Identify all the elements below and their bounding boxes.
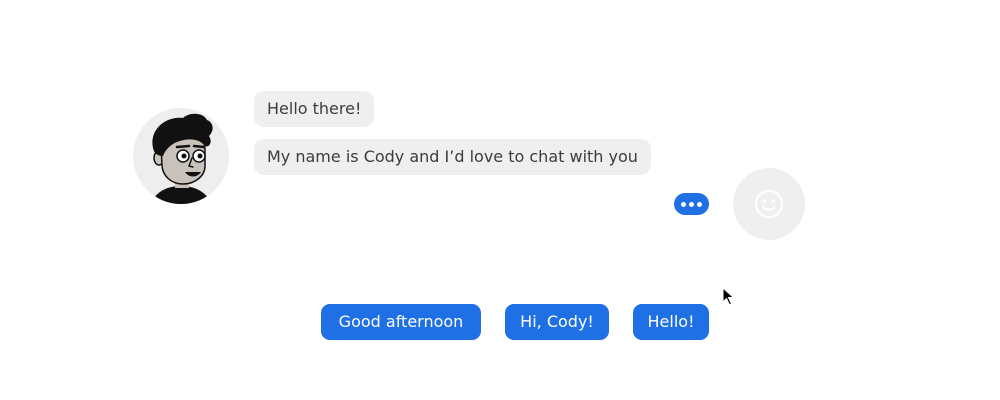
quick-reply-hello-button[interactable]: Hello!	[633, 304, 709, 340]
quick-reply-good-afternoon-button[interactable]: Good afternoon	[321, 304, 481, 340]
typing-indicator	[674, 193, 709, 215]
ellipsis-icon	[681, 201, 686, 207]
bot-avatar	[133, 108, 229, 204]
user-avatar	[733, 168, 805, 240]
bot-message-bubble: Hello there!	[254, 91, 375, 127]
quick-reply-hi-cody-button[interactable]: Hi, Cody!	[505, 304, 609, 340]
smiley-face-icon	[755, 190, 783, 218]
cartoon-man-avatar-icon	[151, 113, 213, 204]
mouse-pointer-icon	[722, 287, 736, 307]
ellipsis-icon	[697, 201, 702, 207]
bot-message-bubble: My name is Cody and I’d love to chat wit…	[254, 139, 651, 175]
ellipsis-icon	[689, 201, 694, 207]
